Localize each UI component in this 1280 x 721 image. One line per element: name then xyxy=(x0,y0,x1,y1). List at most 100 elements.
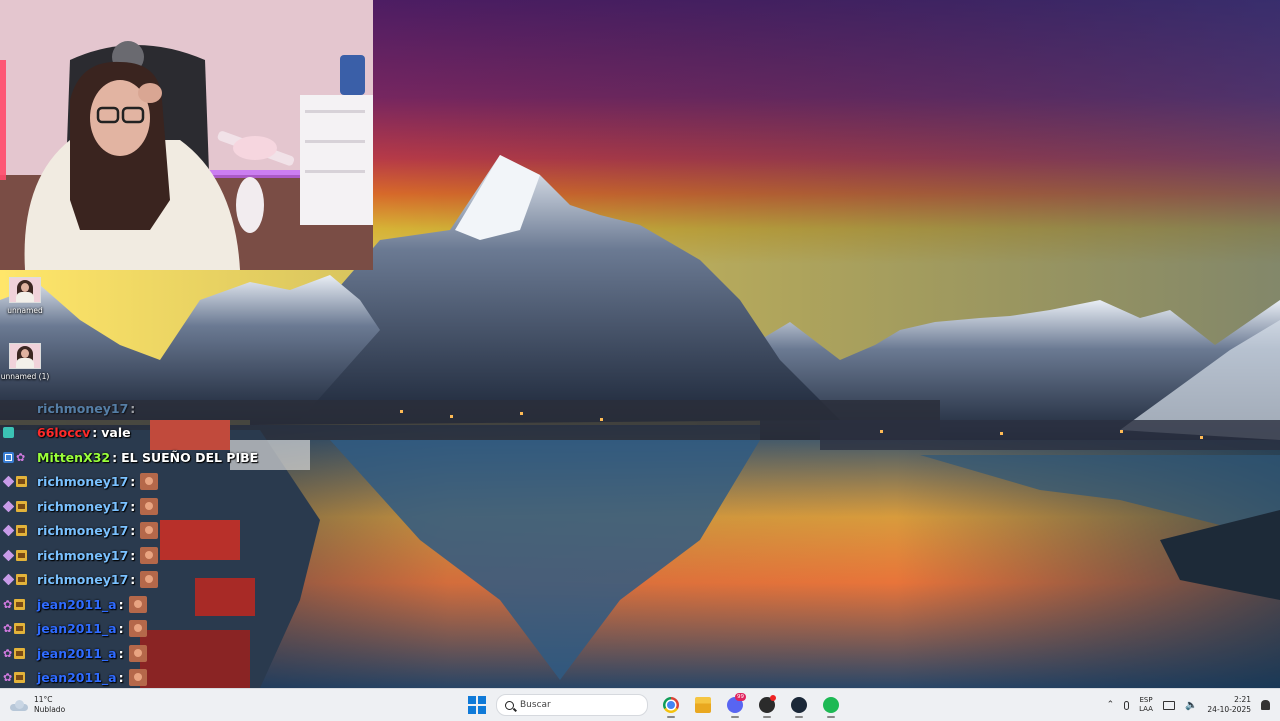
chat-badges xyxy=(0,427,37,439)
taskbar-app-discord[interactable]: 99 xyxy=(722,692,748,718)
chat-emote-icon xyxy=(140,546,159,564)
flower-icon: ✿ xyxy=(3,597,13,611)
chat-separator: : xyxy=(118,670,124,686)
chat-separator: : xyxy=(130,547,136,563)
volume-icon[interactable]: 🔈 xyxy=(1185,700,1197,711)
chat-message: richmoney17: xyxy=(0,519,300,544)
chat-badges: ✿ xyxy=(0,647,37,659)
chat-badges: ✿ xyxy=(0,623,37,635)
chat-emote-icon xyxy=(140,522,159,540)
chat-separator: : xyxy=(118,621,124,637)
search-icon xyxy=(505,700,514,710)
chat-separator: : xyxy=(92,425,98,441)
taskbar-app-chrome[interactable] xyxy=(658,692,684,718)
chat-username[interactable]: 66loccv xyxy=(37,425,90,440)
spotify-icon xyxy=(823,697,839,713)
crown-icon xyxy=(14,623,26,635)
folder-icon xyxy=(695,697,711,713)
chat-emote-icon xyxy=(140,473,159,491)
weather-condition: Nublado xyxy=(34,705,66,714)
chat-badges xyxy=(0,500,37,513)
chat-username[interactable]: richmoney17 xyxy=(37,572,128,587)
clock[interactable]: 2:21 24-10-2025 xyxy=(1207,695,1251,715)
crown-icon xyxy=(16,549,27,561)
cloud-icon xyxy=(10,699,28,711)
chat-emote-icon xyxy=(140,571,159,589)
chat-username[interactable]: jean2011_a xyxy=(37,597,117,612)
chat-username[interactable]: jean2011_a xyxy=(37,621,117,636)
flower-icon: ✿ xyxy=(3,671,13,685)
chat-separator: : xyxy=(130,498,136,514)
desktop-icon-label: unnamed xyxy=(7,306,43,315)
chat-emote-icon xyxy=(128,595,147,613)
crown-icon xyxy=(16,574,27,586)
chat-message: ✿ jean2011_a: xyxy=(0,617,300,642)
taskbar-app-steam[interactable] xyxy=(786,692,812,718)
chat-message: 66loccv: vale xyxy=(0,421,300,446)
chat-message: richmoney17: xyxy=(0,543,300,568)
chat-badges: ✿ xyxy=(0,450,37,464)
flower-icon: ✿ xyxy=(16,450,26,464)
chat-username[interactable]: richmoney17 xyxy=(37,548,128,563)
chat-message: richmoney17: xyxy=(0,568,300,593)
desktop-icon-unnamed[interactable]: unnamed xyxy=(0,277,56,315)
clock-date: 24-10-2025 xyxy=(1207,705,1251,714)
chat-separator: : xyxy=(130,523,136,539)
language-indicator[interactable]: ESP LAA xyxy=(1139,696,1153,714)
chat-message: ✿ jean2011_a: xyxy=(0,641,300,666)
chat-message: ✿ MittenX32: EL SUEÑO DEL PIBE xyxy=(0,445,300,470)
notification-bell-icon[interactable] xyxy=(1261,700,1270,710)
chat-badges xyxy=(0,573,37,586)
chrome-icon xyxy=(663,697,679,713)
diamond-icon xyxy=(2,573,15,586)
search-input[interactable]: Buscar xyxy=(496,694,648,716)
taskbar-app-obs[interactable] xyxy=(754,692,780,718)
start-button[interactable] xyxy=(466,694,488,716)
chat-username[interactable]: richmoney17 xyxy=(37,474,128,489)
desktop-icon-label: unnamed (1) xyxy=(0,372,50,381)
taskbar-app-file-explorer[interactable] xyxy=(690,692,716,718)
chat-message: richmoney17: xyxy=(0,494,300,519)
taskbar-app-spotify[interactable] xyxy=(818,692,844,718)
chat-emote-icon xyxy=(140,497,159,515)
prime-icon xyxy=(3,451,14,463)
chat-separator: : xyxy=(118,645,124,661)
diamond-icon xyxy=(2,475,15,488)
chat-username[interactable]: richmoney17 xyxy=(37,401,128,416)
chat-username[interactable]: jean2011_a xyxy=(37,646,117,661)
chat-message: ✿ jean2011_a: xyxy=(0,592,300,617)
chat-text: EL SUEÑO DEL PIBE xyxy=(121,449,259,465)
weather-widget[interactable]: 11°C Nublado xyxy=(10,692,65,718)
gp-icon xyxy=(3,427,14,439)
stream-chat-overlay: richmoney17:66loccv: vale ✿ MittenX32: EL SU… xyxy=(0,396,300,715)
steam-icon xyxy=(791,697,807,713)
notification-badge: 99 xyxy=(735,693,746,701)
chat-username[interactable]: richmoney17 xyxy=(37,499,128,514)
crown-icon xyxy=(14,672,26,684)
taskbar: 11°C Nublado Buscar 99 ⌃ ESP LAA 🔈 2:21 … xyxy=(0,688,1280,721)
chat-separator: : xyxy=(130,400,136,416)
diamond-icon xyxy=(2,549,15,562)
chat-message: richmoney17: xyxy=(0,396,300,421)
network-icon[interactable] xyxy=(1162,700,1175,710)
chat-emote-icon xyxy=(128,620,147,638)
microphone-icon[interactable] xyxy=(1124,700,1130,710)
chat-badges: ✿ xyxy=(0,671,37,685)
chat-badges: ✿ xyxy=(0,597,37,611)
desktop-icon-unnamed-1[interactable]: unnamed (1) xyxy=(0,343,56,381)
chat-username[interactable]: richmoney17 xyxy=(37,523,128,538)
chat-emote-icon xyxy=(128,669,147,687)
chevron-up-icon[interactable]: ⌃ xyxy=(1107,700,1115,710)
chat-separator: : xyxy=(130,572,136,588)
chat-separator: : xyxy=(130,474,136,490)
chat-username[interactable]: jean2011_a xyxy=(37,670,117,685)
weather-temp: 11°C xyxy=(34,695,53,704)
chat-username[interactable]: MittenX32 xyxy=(37,450,110,465)
crown-icon xyxy=(14,647,26,659)
crown-icon xyxy=(16,525,27,537)
taskbar-center: Buscar 99 xyxy=(466,692,844,718)
chat-separator: : xyxy=(118,596,124,612)
diamond-icon xyxy=(2,524,15,537)
crown-icon xyxy=(16,476,27,488)
image-thumbnail-icon xyxy=(9,343,41,369)
